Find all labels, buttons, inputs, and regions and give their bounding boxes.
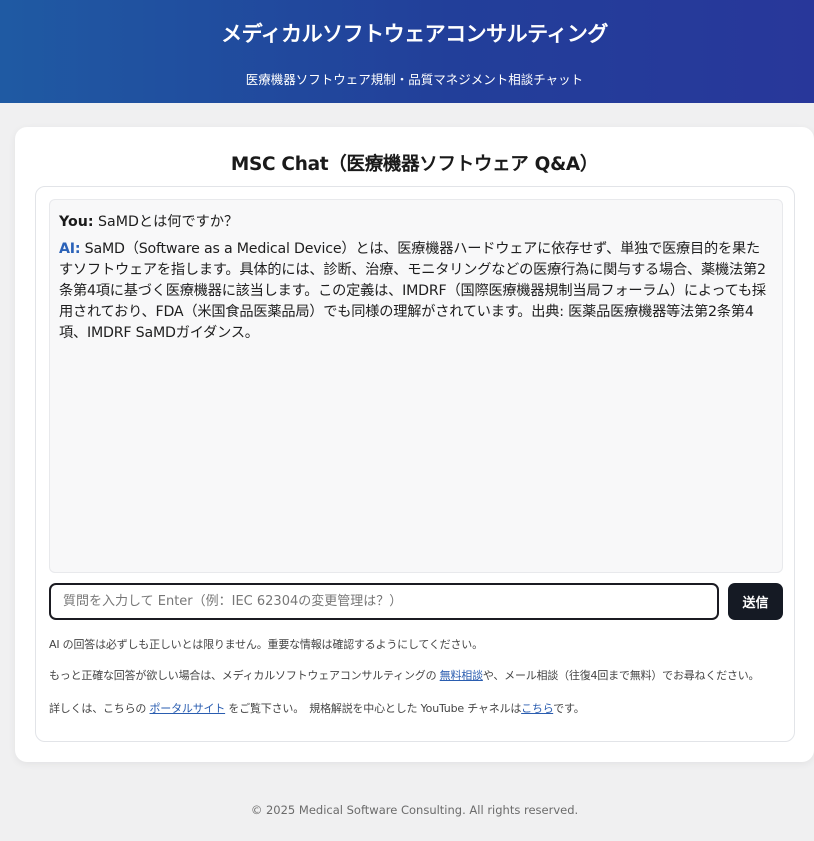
- footer-copyright: © 2025 Medical Software Consulting. All …: [250, 803, 579, 817]
- ai-message: AI: SaMD（Software as a Medical Device）とは…: [59, 239, 773, 344]
- user-message: You: SaMDとは何ですか？: [59, 212, 773, 233]
- ai-message-text: SaMD（Software as a Medical Device）とは、医療機…: [59, 241, 766, 341]
- chat-log[interactable]: You: SaMDとは何ですか？ AI: SaMD（Software as a …: [49, 199, 783, 573]
- free-consult-link[interactable]: 無料相談: [440, 669, 483, 682]
- consult-suffix: や、メール相談（往復4回まで無料）でお尋ねください。: [482, 669, 760, 682]
- portal-site-link[interactable]: ポータルサイト: [150, 702, 226, 715]
- disclaimer-note: AI の回答は必ずしも正しいとは限りません。重要な情報は確認するようにしてくださ…: [49, 638, 483, 651]
- site-title: メディカルソフトウェアコンサルティング: [221, 22, 608, 46]
- user-speaker-label: You:: [59, 214, 94, 230]
- consult-prefix: もっと正確な回答が欲しい場合は、メディカルソフトウェアコンサルティングの: [49, 669, 440, 682]
- send-button[interactable]: 送信: [728, 583, 783, 620]
- ai-speaker-label: AI:: [59, 241, 81, 257]
- chat-card: MSC Chat（医療機器ソフトウェア Q&A） You: SaMDとは何ですか…: [15, 127, 814, 762]
- youtube-channel-link[interactable]: こちら: [521, 702, 553, 715]
- consult-note: もっと正確な回答が欲しい場合は、メディカルソフトウェアコンサルティングの 無料相…: [49, 667, 789, 683]
- chat-title: MSC Chat（医療機器ソフトウェア Q&A）: [230, 154, 599, 175]
- input-row: 送信: [49, 583, 783, 620]
- site-subtitle: 医療機器ソフトウェア規制・品質マネジメント相談チャット: [245, 72, 584, 87]
- portal-middle: をご覧下さい。 規格解説を中心とした YouTube チャネルは: [225, 702, 522, 715]
- user-message-text: SaMDとは何ですか？: [98, 214, 239, 230]
- question-input[interactable]: [49, 583, 719, 620]
- chat-panel: You: SaMDとは何ですか？ AI: SaMD（Software as a …: [35, 186, 795, 742]
- site-header: メディカルソフトウェアコンサルティング 医療機器ソフトウェア規制・品質マネジメン…: [0, 0, 814, 103]
- portal-suffix: です。: [553, 702, 585, 715]
- portal-note: 詳しくは、こちらの ポータルサイト をご覧下さい。 規格解説を中心とした You…: [49, 700, 789, 716]
- portal-prefix: 詳しくは、こちらの: [49, 702, 150, 715]
